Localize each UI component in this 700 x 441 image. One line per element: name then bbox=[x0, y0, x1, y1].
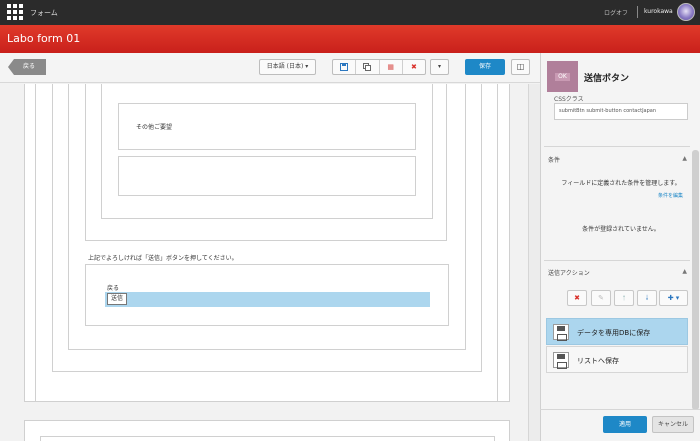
delete-button[interactable]: ✖ bbox=[403, 60, 425, 74]
username[interactable]: kurokawa bbox=[644, 8, 673, 15]
actions-header[interactable]: 送信アクション ▲ bbox=[548, 268, 690, 277]
save-disk-button[interactable] bbox=[333, 60, 357, 74]
component-title: 送信ボタン bbox=[584, 74, 630, 84]
eraser-icon: ▦ bbox=[387, 63, 394, 71]
panel-toggle-button[interactable]: ◫ bbox=[511, 59, 530, 75]
empty-field-row[interactable] bbox=[118, 156, 416, 196]
arrow-up-icon: 🠑 bbox=[622, 294, 626, 302]
copy-button[interactable] bbox=[356, 60, 380, 74]
canvas-scrollbar[interactable] bbox=[528, 84, 540, 441]
back-label[interactable]: 戻る bbox=[107, 283, 119, 292]
edit-action-button[interactable]: ✎ bbox=[591, 290, 611, 306]
confirm-notice: 上記でよろしければ「送信」ボタンを押してください。 bbox=[88, 255, 238, 262]
app-name[interactable]: フォーム bbox=[30, 8, 58, 18]
chevron-down-icon: ▾ bbox=[437, 63, 441, 70]
logout-link[interactable]: ログオフ bbox=[604, 8, 628, 17]
language-value: 日本語 (日本) bbox=[266, 63, 304, 70]
close-icon: ✖ bbox=[574, 294, 580, 302]
conditions-description: フィールドに定義された条件を管理します。 bbox=[561, 180, 681, 187]
conditions-heading: 条件 bbox=[548, 157, 561, 164]
submit-button[interactable]: 送信 bbox=[107, 293, 128, 305]
top-bar: フォーム ログオフ kurokawa bbox=[0, 0, 700, 25]
other-request-label: その他ご要望 bbox=[136, 124, 173, 131]
add-action-button[interactable]: ✚ ▾ bbox=[659, 290, 688, 306]
editor-toolbar: 戻る 日本語 (日本) ▾ ▦ ✖ ▾ 保存 ◫ bbox=[0, 53, 540, 83]
submit-button-selected[interactable] bbox=[105, 292, 430, 307]
back-button[interactable]: 戻る bbox=[8, 59, 46, 75]
more-dropdown-button[interactable]: ▾ bbox=[430, 59, 449, 75]
avatar[interactable] bbox=[677, 3, 695, 21]
close-icon: ✖ bbox=[410, 63, 417, 71]
actions-heading: 送信アクション bbox=[548, 270, 590, 277]
panel-scrollbar[interactable] bbox=[692, 150, 699, 410]
css-class-label: CSSクラス bbox=[554, 96, 584, 103]
cancel-button[interactable]: キャンセル bbox=[652, 416, 694, 433]
language-select[interactable]: 日本語 (日本) ▾ bbox=[259, 59, 316, 75]
delete-action-button[interactable]: ✖ bbox=[567, 290, 587, 306]
divider bbox=[637, 6, 638, 18]
arrow-down-icon: 🠓 bbox=[645, 294, 649, 302]
floppy-disk-icon bbox=[340, 63, 349, 71]
pencil-icon: ✎ bbox=[598, 294, 604, 302]
floppy-disk-icon bbox=[553, 352, 569, 369]
divider bbox=[540, 409, 700, 410]
css-class-input[interactable]: submitBtn submit-button contactJapan bbox=[554, 103, 688, 120]
next-section-inner[interactable] bbox=[40, 436, 495, 441]
move-up-button[interactable]: 🠑 bbox=[614, 290, 634, 306]
component-thumbnail: OK bbox=[547, 61, 578, 92]
action-label: リストへ保存 bbox=[577, 357, 619, 365]
move-down-button[interactable]: 🠓 bbox=[637, 290, 657, 306]
page-title: Labo form 01 bbox=[7, 32, 81, 45]
chevron-down-icon: ▾ bbox=[675, 294, 680, 302]
edit-button-group: ▦ ✖ bbox=[332, 59, 426, 75]
panel-layout-icon: ◫ bbox=[516, 62, 525, 71]
form-header: Labo form 01 bbox=[0, 25, 700, 53]
action-item[interactable]: データを専用DBに保存 bbox=[546, 318, 688, 345]
chevron-up-icon[interactable]: ▲ bbox=[682, 268, 687, 275]
save-button[interactable]: 保存 bbox=[465, 59, 505, 75]
app-launcher-icon[interactable] bbox=[7, 4, 23, 20]
chevron-down-icon: ▾ bbox=[305, 63, 309, 70]
no-conditions-text: 条件が登録されていません。 bbox=[582, 226, 660, 233]
divider bbox=[544, 260, 690, 261]
clear-button[interactable]: ▦ bbox=[380, 60, 403, 74]
edit-conditions-link[interactable]: 条件を編集 bbox=[658, 192, 683, 199]
action-label: データを専用DBに保存 bbox=[577, 329, 651, 337]
action-item[interactable]: リストへ保存 bbox=[546, 346, 688, 373]
floppy-disk-icon bbox=[553, 324, 569, 341]
conditions-header[interactable]: 条件 ▲ bbox=[548, 155, 690, 164]
copy-icon bbox=[363, 63, 372, 71]
divider bbox=[544, 146, 690, 147]
plus-icon: ✚ bbox=[667, 294, 674, 302]
chevron-up-icon[interactable]: ▲ bbox=[682, 155, 687, 162]
apply-button[interactable]: 適用 bbox=[603, 416, 647, 433]
